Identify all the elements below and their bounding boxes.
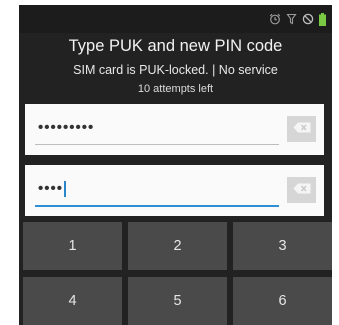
pin-field-value: ••••: [38, 180, 64, 197]
puk-field-underline: [35, 144, 279, 145]
key-1[interactable]: 1: [23, 222, 122, 270]
pin-field-value-wrap: ••••: [38, 180, 66, 198]
status-bar: [19, 5, 332, 33]
vibrate-icon: [286, 13, 297, 25]
puk-entry-field[interactable]: •••••••••: [25, 104, 324, 155]
puk-field-value: •••••••••: [38, 119, 95, 136]
key-6[interactable]: 6: [233, 277, 332, 325]
key-3[interactable]: 3: [233, 222, 332, 270]
text-cursor: [64, 181, 66, 198]
backspace-icon: [293, 120, 311, 138]
sim-status-text: SIM card is PUK-locked. | No service: [73, 63, 278, 77]
attempts-left-text: 10 attempts left: [137, 83, 214, 95]
page-title: Type PUK and new PIN code: [68, 37, 283, 55]
alarm-icon: [269, 13, 281, 25]
pin-delete-button[interactable]: [287, 177, 316, 203]
no-signal-icon: [302, 13, 314, 25]
key-5[interactable]: 5: [128, 277, 227, 325]
new-pin-entry-field[interactable]: ••••: [25, 165, 324, 216]
backspace-icon: [293, 181, 311, 199]
key-4[interactable]: 4: [23, 277, 122, 325]
lock-header: Type PUK and new PIN code SIM card is PU…: [19, 35, 332, 96]
puk-delete-button[interactable]: [287, 116, 316, 142]
key-2[interactable]: 2: [128, 222, 227, 270]
pin-field-underline: [35, 205, 279, 207]
battery-icon: [319, 12, 326, 26]
phone-screen: Type PUK and new PIN code SIM card is PU…: [19, 5, 332, 325]
